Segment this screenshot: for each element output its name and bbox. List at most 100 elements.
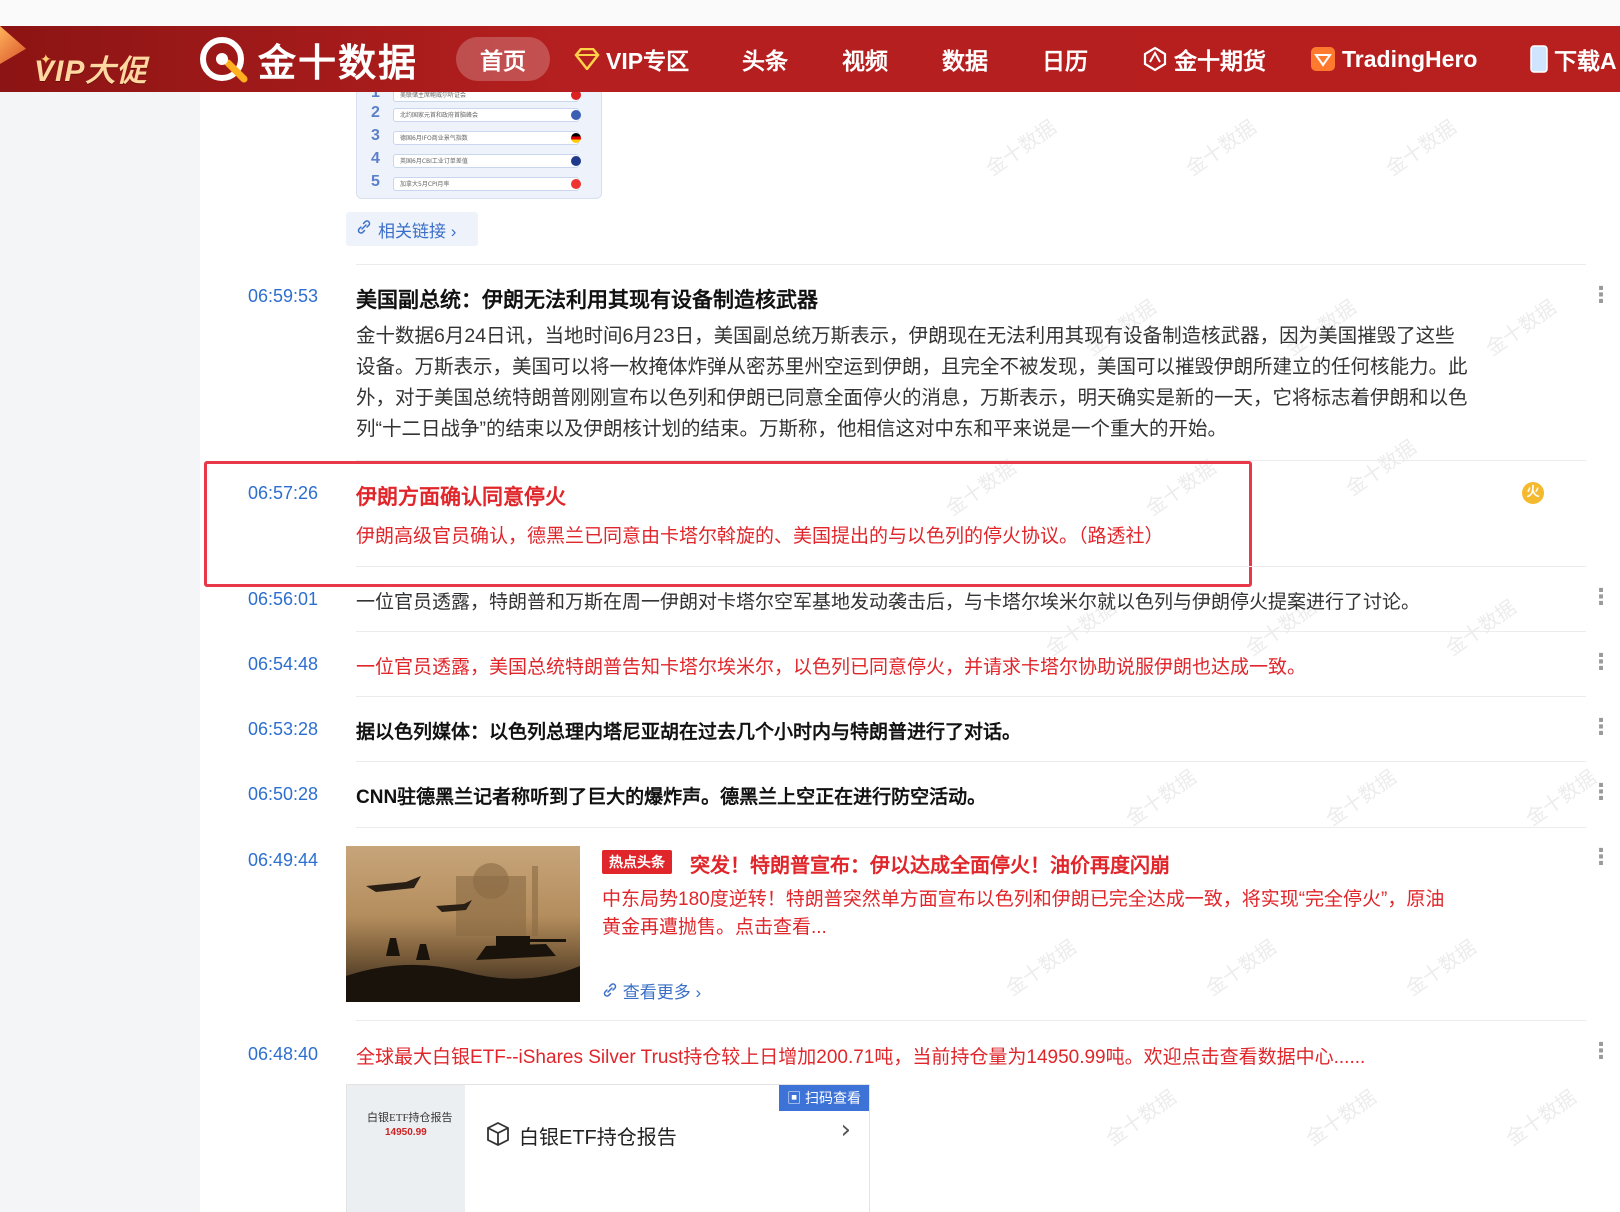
news-body: 金十数据6月24日讯，当地时间6月23日，美国副总统万斯表示，伊朗现在无法利用其… [356, 321, 1556, 445]
calendar-row-text: 加拿大5月CPI月率 [393, 177, 579, 191]
tradinghero-icon [1310, 46, 1336, 72]
more-options-icon[interactable]: ⋮ [1590, 652, 1612, 674]
vip-promo-banner[interactable]: VIP大促 [34, 46, 147, 90]
more-options-icon[interactable]: ⋮ [1590, 782, 1612, 804]
war-silhouette-graphic [346, 863, 580, 1002]
nav-calendar-label: 日历 [1042, 48, 1088, 74]
news-summary: 中东局势180度逆转！特朗普突然单方面宣布以色列和伊朗已完全达成一致，将实现“完… [602, 886, 1522, 942]
watermark: 金十数据 [1382, 116, 1461, 181]
news-time: 06:59:53 [248, 286, 319, 306]
nav-tradinghero[interactable]: TradingHero [1310, 26, 1477, 92]
news-title[interactable]: 伊朗方面确认同意停火 [356, 481, 566, 511]
news-body-line: 金十数据6月24日讯，当地时间6月23日，美国副总统万斯表示，伊朗现在无法利用其… [356, 325, 1455, 347]
hot-headline-tag: 热点头条 [602, 850, 672, 874]
more-options-icon[interactable]: ⋮ [1590, 587, 1612, 609]
news-time: 06:48:40 [248, 1044, 319, 1064]
nav-download[interactable]: 下载A [1530, 26, 1617, 92]
calendar-row-number: 5 [371, 173, 380, 190]
scan-qr-label: 扫码查看 [805, 1090, 861, 1106]
germany-flag-icon [571, 133, 581, 143]
nav-home-tab[interactable]: 首页 [456, 37, 550, 81]
news-time: 06:49:44 [248, 850, 319, 870]
news-time: 06:50:28 [248, 784, 319, 804]
watermark: 金十数据 [1522, 766, 1601, 831]
nav-video-label: 视频 [842, 48, 888, 74]
divider [356, 696, 1586, 697]
divider [356, 566, 1586, 567]
news-body-line: 设备。万斯表示，美国可以将一枚掩体炸弹从密苏里州空运到伊朗，且完全不被发现，美国… [356, 356, 1468, 378]
calendar-row: 3 德国6月IFO商业景气指数 [367, 127, 595, 149]
brand-logo-link[interactable]: 金十数据 [198, 34, 419, 85]
nav-headlines[interactable]: 头条 [742, 26, 788, 92]
etf-report-name: 白银ETF持仓报告 [519, 1127, 677, 1149]
more-options-icon[interactable]: ⋮ [1590, 285, 1612, 307]
diamond-icon [574, 48, 600, 70]
calendar-row-text: 英国6月CBI工业订单差值 [393, 154, 579, 168]
watermark: 金十数据 [1122, 766, 1201, 831]
news-title[interactable]: 美国副总统：伊朗无法利用其现有设备制造核武器 [356, 284, 818, 314]
flash-news-feed: 金十数据 金十数据 金十数据 金十数据 金十数据 金十数据 金十数据 金十数据 … [200, 92, 1620, 1212]
calendar-row-number: 2 [371, 104, 380, 121]
hot-fire-icon: 火 [1522, 482, 1544, 504]
uk-flag-icon [571, 156, 581, 166]
calendar-row-text: 美联储主席鲍威尔听证会 [393, 92, 579, 102]
china-flag-icon [571, 92, 581, 100]
news-text[interactable]: 据以色列媒体：以色列总理内塔尼亚胡在过去几个小时内与特朗普进行了对话。 [356, 717, 1021, 744]
nav-video[interactable]: 视频 [842, 26, 888, 92]
chevron-right-icon: › [840, 1115, 851, 1145]
phone-icon [1530, 45, 1548, 73]
calendar-row: 4 英国6月CBI工业订单差值 [367, 150, 595, 172]
news-time: 06:54:48 [248, 654, 319, 674]
news-text[interactable]: 一位官员透露，特朗普和万斯在周一伊朗对卡塔尔空军基地发动袭击后，与卡塔尔埃米尔就… [356, 587, 1420, 614]
related-link-label: 相关链接 › [378, 221, 457, 241]
more-options-icon[interactable]: ⋮ [1590, 1041, 1612, 1063]
nav-tradinghero-label: TradingHero [1342, 45, 1478, 72]
news-image[interactable] [346, 846, 580, 1002]
watermark: 金十数据 [1502, 1086, 1581, 1151]
calendar-row-text: 北约国家元首和政府首脑峰会 [393, 108, 579, 122]
cube-icon [485, 1121, 511, 1151]
calendar-row-number: 1 [371, 92, 380, 101]
watermark: 金十数据 [1442, 596, 1521, 661]
see-more-label: 查看更多 › [622, 983, 702, 1002]
etf-report-thumbnail: 白银ETF持仓报告 14950.99 [347, 1085, 465, 1212]
see-more-link[interactable]: 查看更多 › [602, 978, 701, 1003]
watermark: 金十数据 [982, 116, 1061, 181]
news-text[interactable]: 一位官员透露，美国总统特朗普告知卡塔尔埃米尔，以色列已同意停火，并请求卡塔尔协助… [356, 652, 1306, 679]
brand-name: 金十数据 [258, 42, 419, 85]
news-summary-line: 中东局势180度逆转！特朗普突然单方面宣布以色列和伊朗已完全达成一致，将实现“完… [602, 889, 1445, 910]
promo-flash-decoration [0, 26, 26, 64]
news-summary-line: 黄金再遭抛售。点击查看... [602, 917, 827, 938]
etf-thumb-title: 白银ETF持仓报告 [367, 1112, 453, 1124]
etf-thumb-value: 14950.99 [385, 1127, 427, 1138]
watermark: 金十数据 [1002, 936, 1081, 1001]
link-icon [356, 219, 372, 240]
news-text[interactable]: 全球最大白银ETF--iShares Silver Trust持仓较上日增加20… [356, 1042, 1365, 1069]
news-body-line: 外，对于美国总统特朗普刚刚宣布以色列和伊朗已同意全面停火的消息，万斯表示，明天确… [356, 387, 1468, 409]
more-options-icon[interactable]: ⋮ [1590, 847, 1612, 869]
news-time: 06:53:28 [248, 719, 319, 739]
jin10-logo-icon [200, 37, 248, 83]
futures-logo-icon [1142, 46, 1168, 72]
news-body-line: 列“十二日战争”的结束以及伊朗核计划的结束。万斯称，他相信这对中东和平来说是一个… [356, 418, 1227, 440]
nav-data[interactable]: 数据 [942, 26, 988, 92]
news-title[interactable]: 突发！特朗普宣布：伊以达成全面停火！油价再度闪崩 [690, 849, 1170, 878]
calendar-image[interactable]: 1 美联储主席鲍威尔听证会 2 北约国家元首和政府首脑峰会 3 德国6月IFO商… [356, 92, 602, 199]
watermark: 金十数据 [1402, 936, 1481, 1001]
divider [356, 761, 1586, 762]
etf-report-card[interactable]: 白银ETF持仓报告 14950.99 白银ETF持仓报告 ▣ 扫码查看 › [346, 1084, 870, 1212]
more-options-icon[interactable]: ⋮ [1590, 717, 1612, 739]
watermark: 金十数据 [1322, 766, 1401, 831]
related-link-button[interactable]: 相关链接 › [346, 212, 478, 246]
nav-futures[interactable]: 金十期货 [1142, 26, 1266, 92]
watermark: 金十数据 [1302, 1086, 1381, 1151]
nav-vip-zone[interactable]: VIP专区 [574, 26, 689, 92]
divider [356, 1020, 1586, 1021]
nav-calendar[interactable]: 日历 [1042, 26, 1088, 92]
calendar-row: 5 加拿大5月CPI月率 [367, 173, 595, 195]
news-text[interactable]: CNN驻德黑兰记者称听到了巨大的爆炸声。德黑兰上空正在进行防空活动。 [356, 782, 986, 809]
link-icon [602, 983, 623, 1002]
scan-qr-button[interactable]: ▣ 扫码查看 [779, 1085, 869, 1111]
browser-top-strip [0, 0, 1620, 27]
news-body: 伊朗高级官员确认，德黑兰已同意由卡塔尔斡旋的、美国提出的与以色列的停火协议。（路… [356, 526, 1164, 547]
